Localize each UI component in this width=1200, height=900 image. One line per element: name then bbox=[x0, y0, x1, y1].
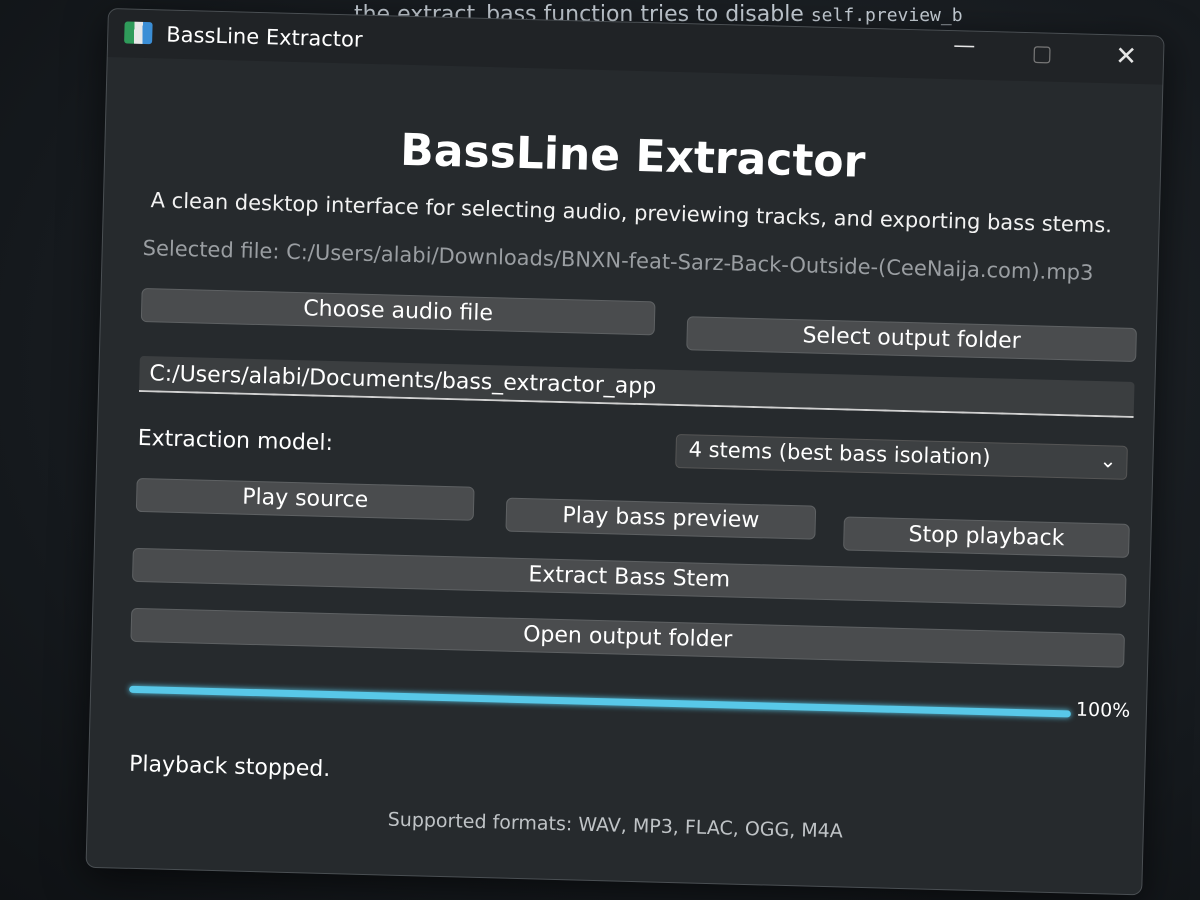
desktop: , the extract_bass function tries to dis… bbox=[0, 0, 1200, 900]
page-title: BassLine Extractor bbox=[399, 124, 866, 188]
app-window: BassLine Extractor — ▢ ✕ BassLine Extrac… bbox=[85, 8, 1165, 896]
output-folder-field[interactable]: C:/Users/alabi/Documents/bass_extractor_… bbox=[138, 355, 1135, 418]
editor-code: self.preview_b bbox=[810, 5, 963, 26]
progress-bar bbox=[129, 685, 1071, 718]
choose-audio-button[interactable]: Choose audio file bbox=[140, 287, 656, 336]
window-title: BassLine Extractor bbox=[166, 22, 363, 52]
selected-file-label: Selected file: C:/Users/alabi/Downloads/… bbox=[142, 235, 1094, 285]
extract-bass-stem-button[interactable]: Extract Bass Stem bbox=[131, 547, 1127, 608]
open-output-folder-button[interactable]: Open output folder bbox=[130, 607, 1125, 668]
chevron-down-icon: ⌄ bbox=[1099, 448, 1117, 473]
extraction-model-label: Extraction model: bbox=[137, 425, 334, 457]
progress-percent: 100% bbox=[1075, 698, 1131, 722]
select-output-folder-button[interactable]: Select output folder bbox=[686, 316, 1137, 363]
progress-fill bbox=[129, 685, 1071, 718]
app-icon bbox=[124, 21, 153, 45]
status-text: Playback stopped. bbox=[128, 751, 331, 783]
extraction-model-value: 4 stems (best bass isolation) bbox=[688, 437, 991, 470]
close-button[interactable]: ✕ bbox=[1103, 41, 1150, 72]
page-subtitle: A clean desktop interface for selecting … bbox=[150, 188, 1113, 238]
maximize-button[interactable]: ▢ bbox=[1019, 41, 1066, 67]
minimize-button[interactable]: — bbox=[941, 33, 988, 59]
extraction-model-select[interactable]: 4 stems (best bass isolation) ⌄ bbox=[675, 434, 1128, 480]
stop-playback-button[interactable]: Stop playback bbox=[843, 516, 1130, 558]
supported-formats: Supported formats: WAV, MP3, FLAC, OGG, … bbox=[387, 808, 844, 843]
play-source-button[interactable]: Play source bbox=[135, 477, 475, 521]
play-bass-preview-button[interactable]: Play bass preview bbox=[505, 497, 817, 540]
